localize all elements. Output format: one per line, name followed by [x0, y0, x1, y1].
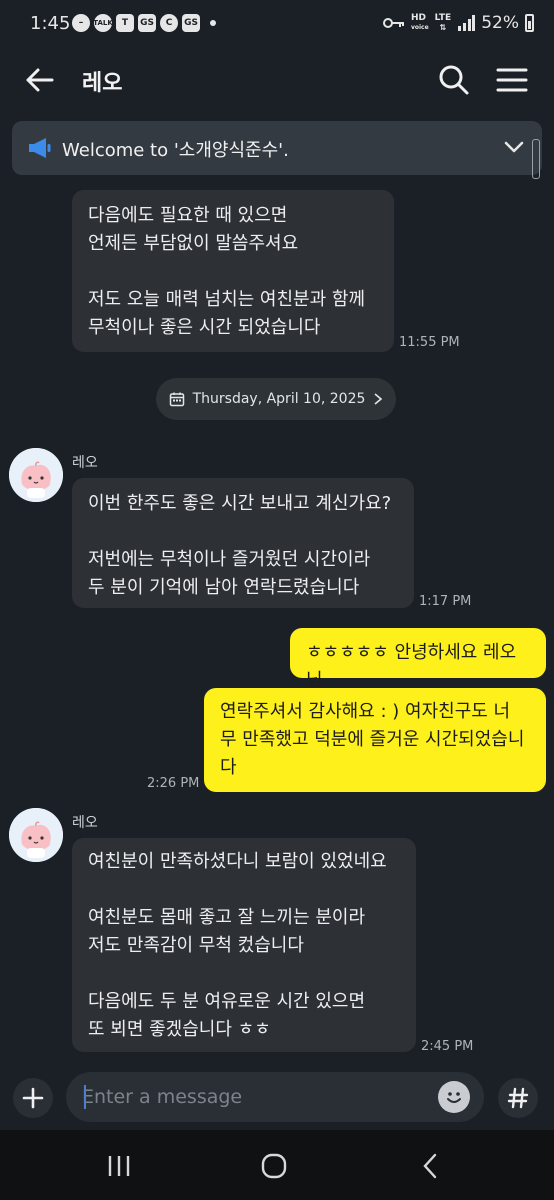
signal-icon [458, 15, 476, 31]
home-icon[interactable] [260, 1152, 288, 1180]
message-field-container[interactable] [66, 1072, 484, 1122]
incoming-message-bubble: 이번 한주도 좋은 시간 보내고 계신가요? 저번에는 무척이나 즐거웠던 시간… [72, 478, 414, 608]
lte-indicator: LTE ⇅ [434, 13, 452, 33]
status-bar: 1:45 – TALK T GS C GS HD voice LTE ⇅ 52% [0, 0, 554, 50]
chevron-down-icon[interactable] [502, 135, 526, 159]
recent-apps-icon[interactable] [106, 1154, 132, 1178]
system-nav-bar [0, 1130, 554, 1200]
plus-icon [22, 1087, 44, 1109]
hash-icon [507, 1087, 529, 1109]
outgoing-message-bubble: 연락주셔서 감사해요 : ) 여자친구도 너 무 만족했고 덕분에 즐거운 시간… [204, 688, 546, 792]
emoji-button[interactable] [438, 1081, 470, 1113]
date-divider[interactable]: Thursday, April 10, 2025 [156, 378, 396, 420]
hamburger-menu-icon[interactable] [494, 62, 530, 98]
search-icon[interactable] [436, 62, 472, 98]
c-icon: C [160, 14, 178, 32]
back-arrow-icon[interactable] [22, 62, 58, 98]
message-time: 2:26 PM [147, 776, 200, 791]
sender-name: 레오 [72, 815, 98, 831]
attach-button[interactable] [13, 1078, 53, 1118]
hd-voice-indicator: HD voice [410, 13, 429, 32]
message-time: 2:45 PM [421, 1039, 474, 1054]
avatar[interactable] [9, 808, 63, 862]
talk-icon: TALK [93, 14, 113, 32]
emoji-icon [447, 1092, 461, 1103]
date-text: Thursday, April 10, 2025 [192, 391, 366, 407]
incoming-message-bubble: 다음에도 필요한 때 있으면 언제든 부담없이 말씀주셔요 저도 오늘 매력 넘… [72, 190, 394, 352]
message-input-bar [0, 1066, 554, 1128]
gs-icon: GS [182, 14, 200, 32]
battery-percent: 52% [481, 13, 519, 33]
message-input[interactable] [82, 1084, 412, 1110]
incoming-message-bubble: 여친분이 만족하셨다니 보람이 있었네요 여친분도 몸매 좋고 잘 느끼는 분이… [72, 838, 416, 1052]
apeach-character-icon [9, 808, 63, 862]
avatar[interactable] [9, 448, 63, 502]
system-indicators: HD voice LTE ⇅ 52% [382, 13, 534, 33]
notification-icons: – TALK T GS C GS [72, 14, 216, 32]
hash-button[interactable] [498, 1078, 538, 1118]
gs-icon: GS [138, 14, 156, 32]
outgoing-message-bubble: ㅎㅎㅎㅎㅎ 안녕하세요 레오님 [290, 628, 546, 691]
chat-header: 레오 [0, 50, 554, 110]
message-time: 1:17 PM [419, 594, 472, 609]
notice-text: Welcome to '소개양식준수'. [62, 140, 289, 161]
text-cursor [84, 1085, 86, 1109]
key-icon [382, 18, 404, 28]
teams-icon: T [116, 14, 134, 32]
calendar-icon [169, 392, 184, 407]
message-time: 11:55 PM [399, 335, 460, 350]
back-chevron-icon[interactable] [420, 1152, 440, 1180]
scrollbar-thumb[interactable] [532, 139, 540, 179]
chat-title: 레오 [82, 71, 123, 96]
chevron-right-icon [374, 393, 383, 405]
notice-banner[interactable]: Welcome to '소개양식준수'. [12, 121, 542, 175]
dot-icon [210, 20, 216, 26]
battery-icon [525, 14, 534, 32]
sender-name: 레오 [72, 455, 98, 471]
megaphone-icon [29, 138, 51, 158]
status-time: 1:45 [30, 13, 71, 34]
apeach-character-icon [9, 448, 63, 502]
minus-circle-icon: – [72, 14, 90, 32]
